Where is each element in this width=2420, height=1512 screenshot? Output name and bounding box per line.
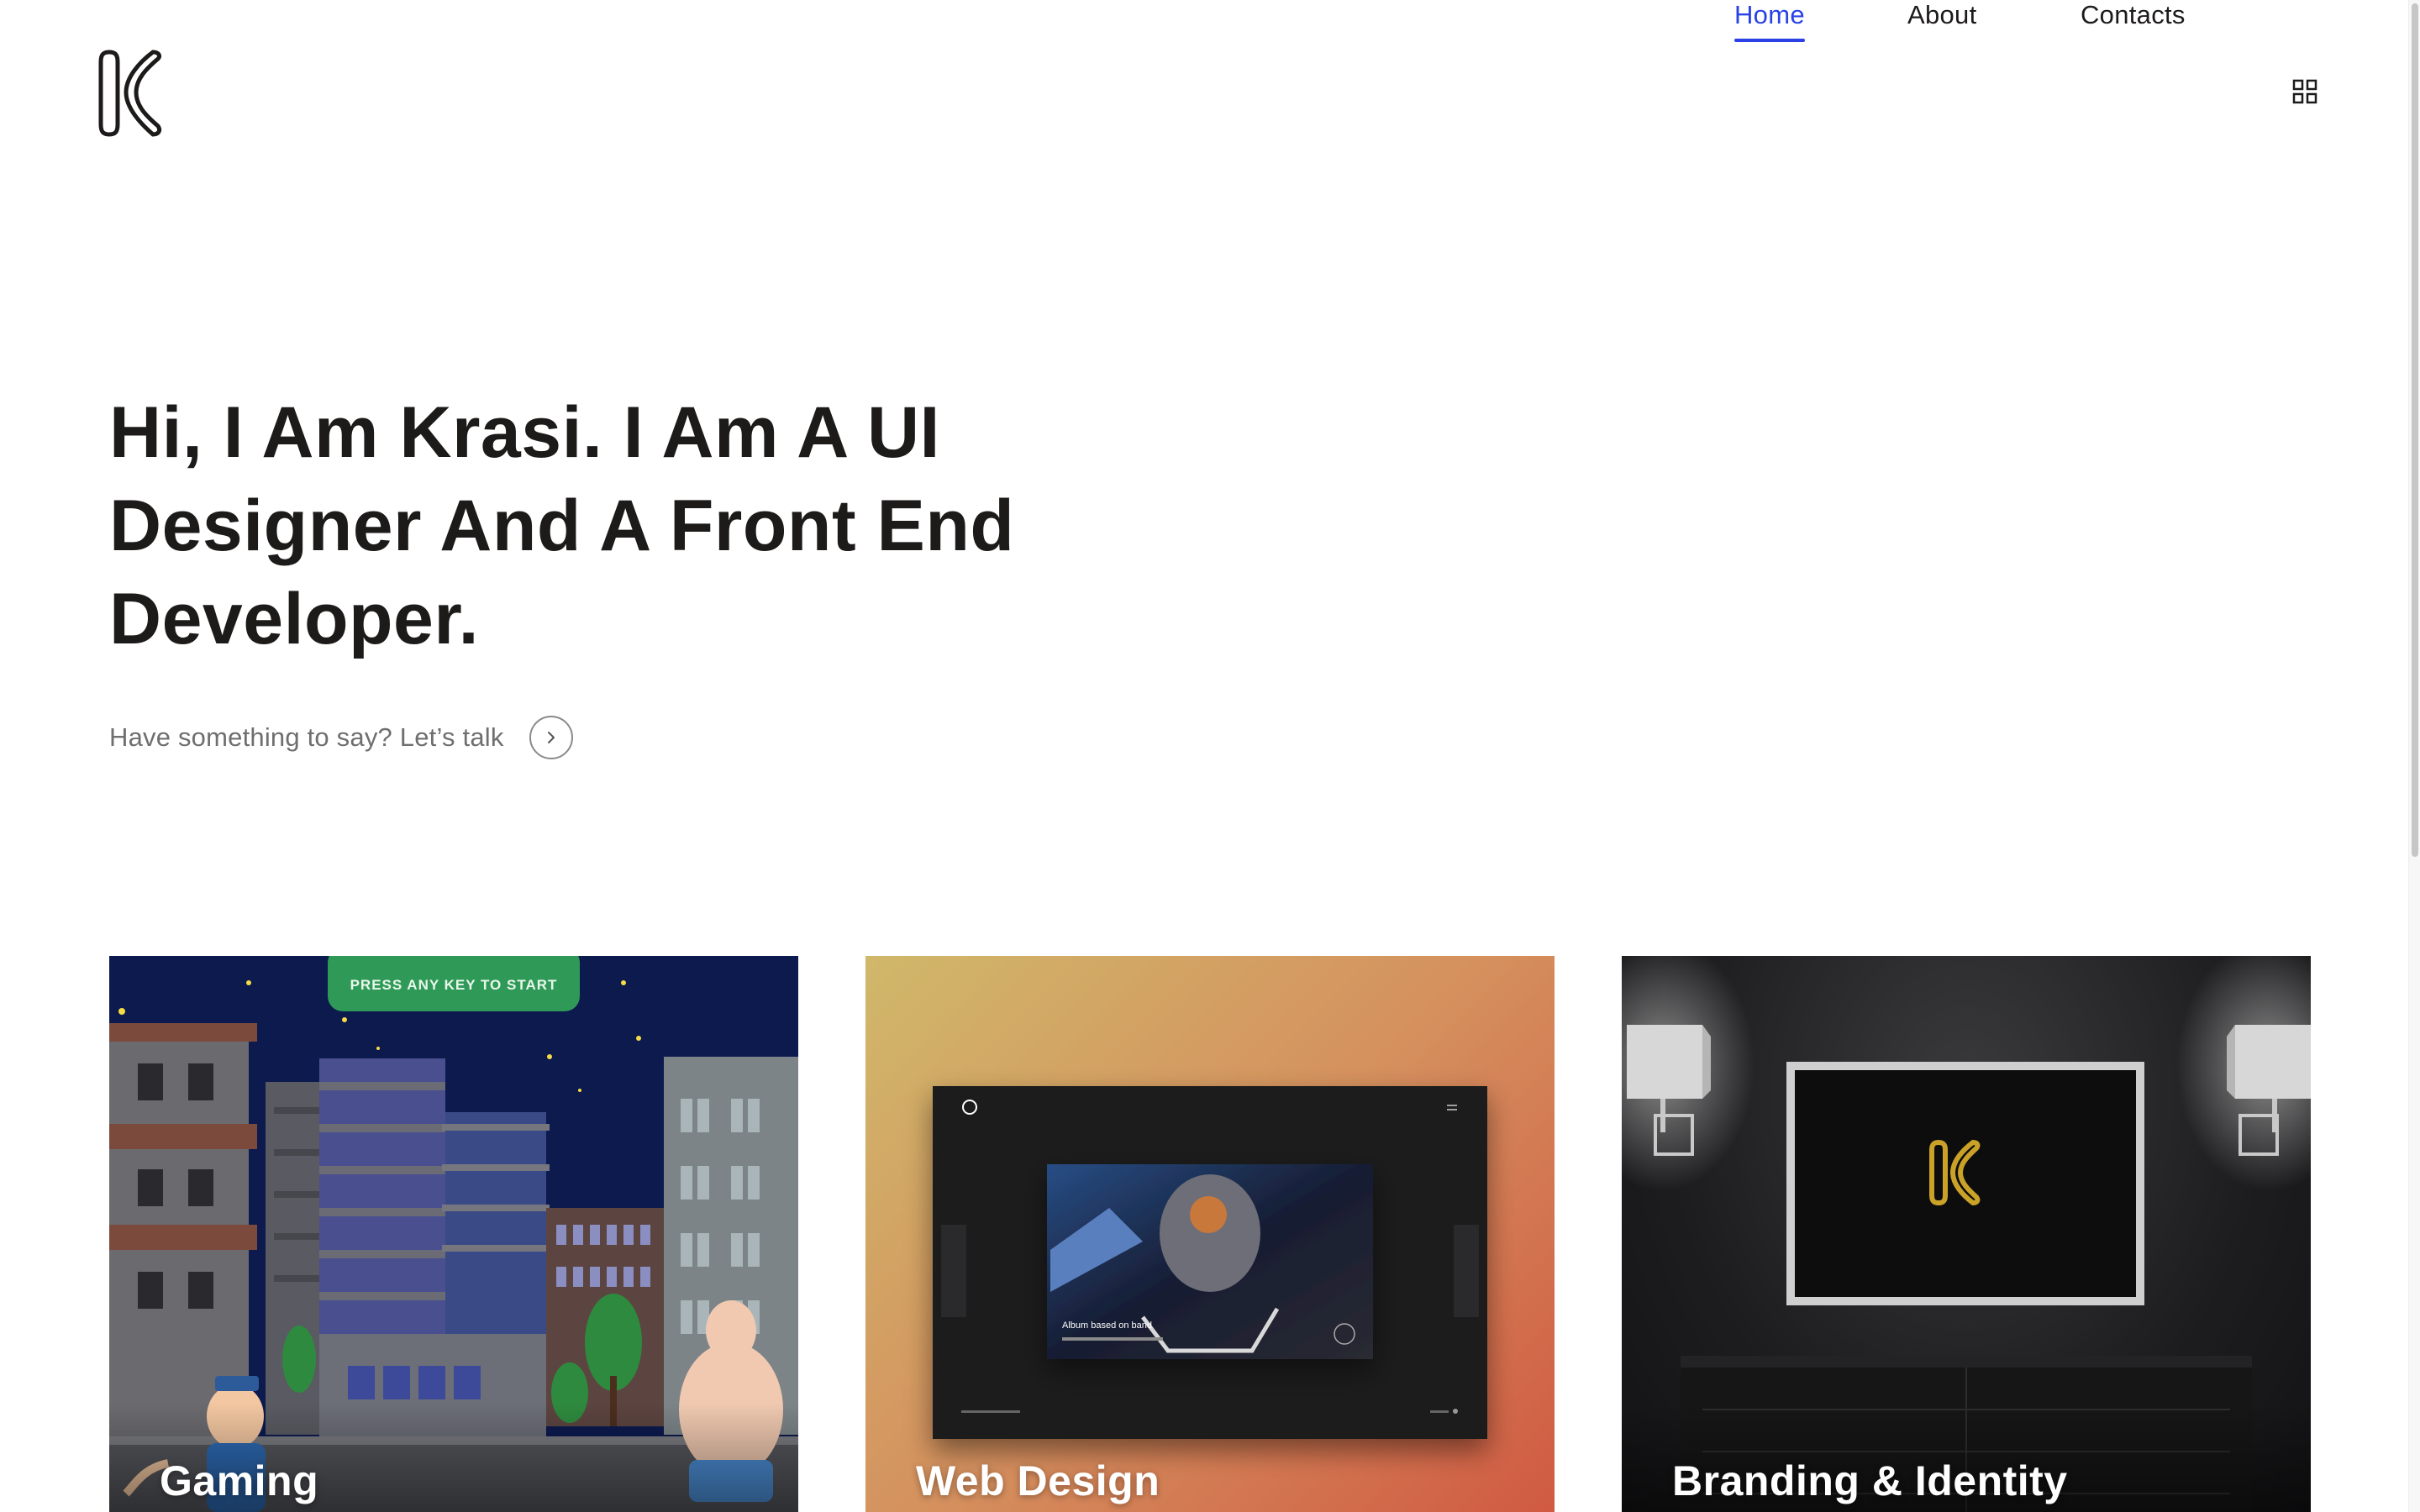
nav-about-link[interactable]: About (1907, 0, 1977, 30)
web-design-mockup: Album based on band (933, 1086, 1487, 1439)
contact-cta-link[interactable]: Have something to say? Let’s talk (109, 716, 573, 759)
nav-contacts-link[interactable]: Contacts (2081, 0, 2186, 30)
project-card-web-design[interactable]: Album based on band Web Design (865, 956, 1555, 1512)
hero-title: Hi, I Am Krasi. I Am A UI Designer And A… (109, 392, 1015, 659)
project-title: Web Design (916, 1457, 1160, 1504)
chevron-right-icon[interactable] (529, 716, 573, 759)
scrollbar-thumb[interactable] (2412, 3, 2418, 857)
nav-home-link[interactable]: Home (1734, 0, 1805, 42)
project-title: Branding & Identity (1672, 1457, 2068, 1504)
project-title: Gaming (160, 1457, 319, 1504)
project-card-branding[interactable]: Branding & Identity (1622, 956, 2311, 1512)
grid-icon[interactable] (2292, 79, 2317, 104)
project-card-gaming[interactable]: PRESS ANY KEY TO START Gaming (109, 956, 798, 1512)
page-scrollbar[interactable] (2408, 0, 2420, 1512)
press-start-banner: PRESS ANY KEY TO START (350, 977, 558, 993)
cta-text: Have something to say? Let’s talk (109, 722, 504, 752)
mockup-caption: Album based on band (1062, 1320, 1152, 1331)
logo-icon[interactable] (97, 47, 165, 138)
